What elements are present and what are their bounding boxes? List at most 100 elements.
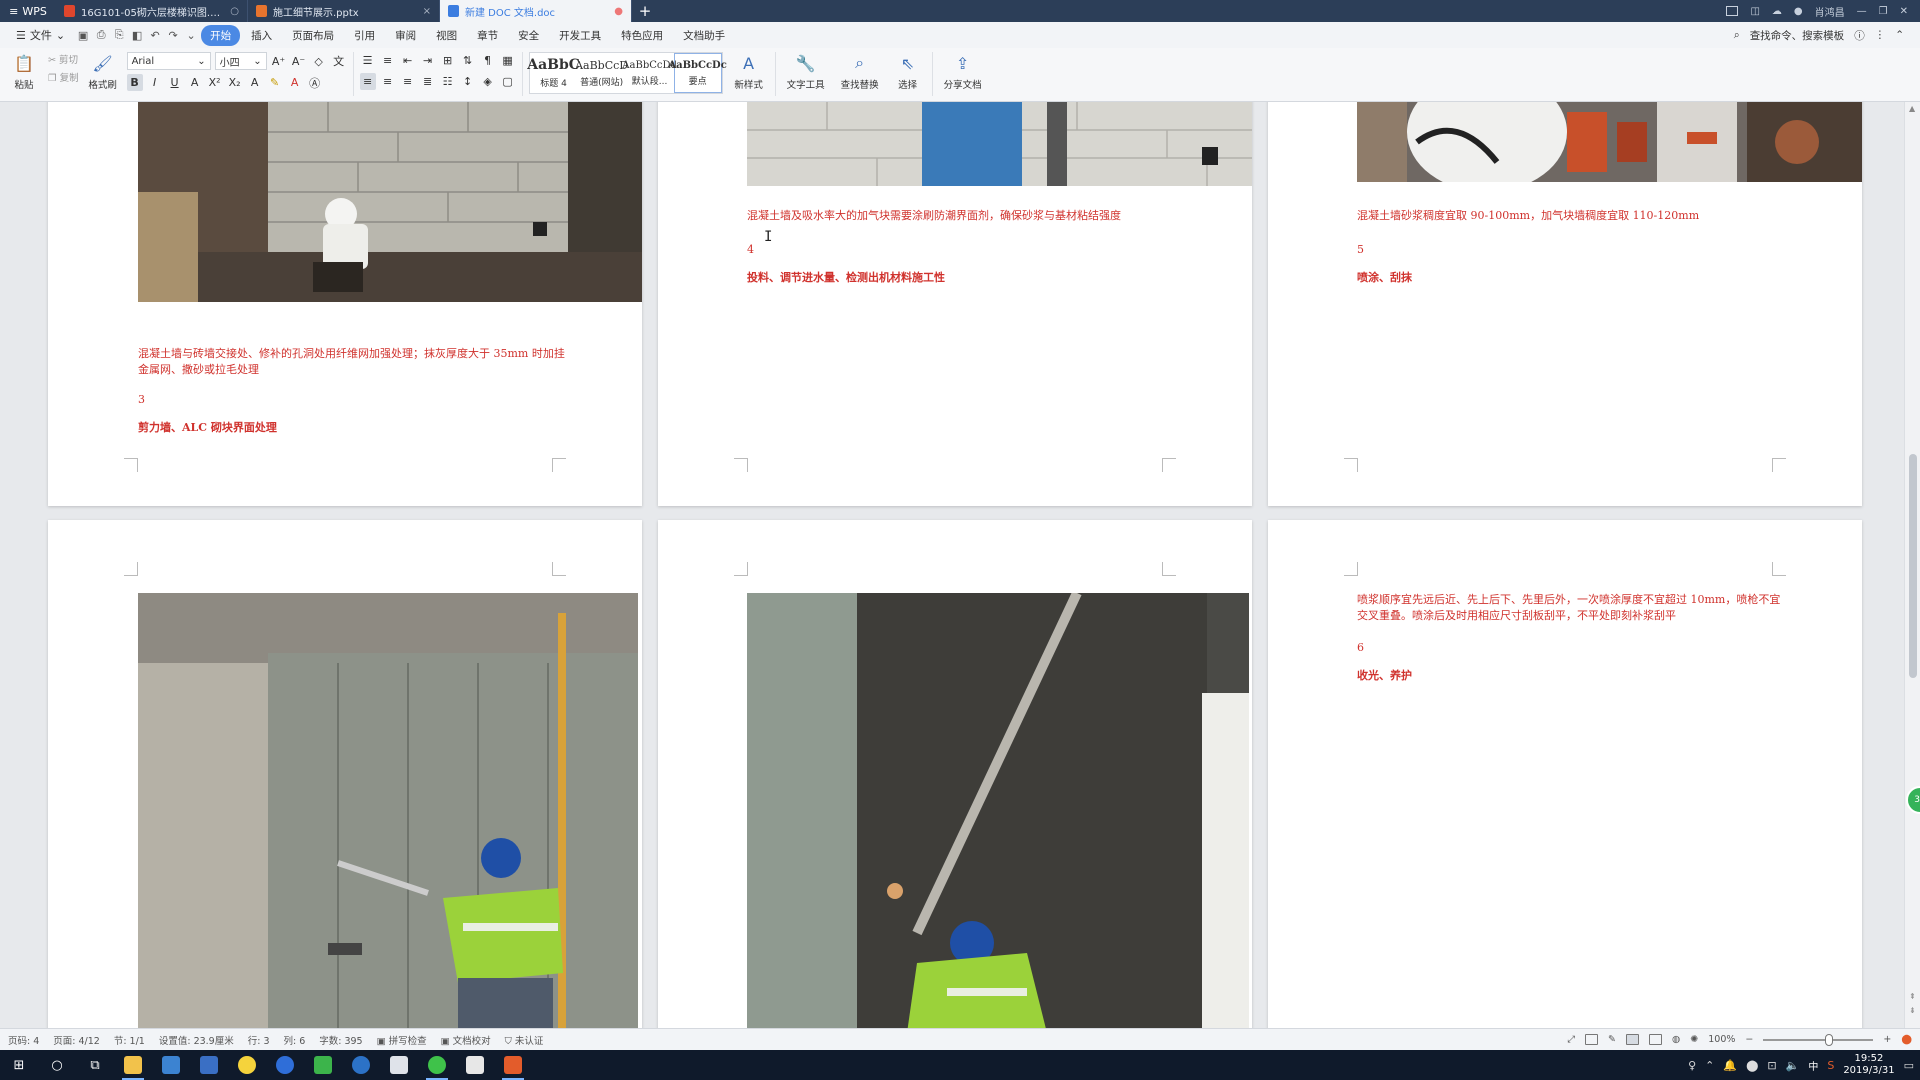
menu-references[interactable]: 引用	[345, 25, 384, 46]
text-effect-icon[interactable]: A	[247, 74, 263, 91]
distribute-icon[interactable]: ☷	[440, 73, 456, 90]
close-window-icon[interactable]: ✕	[1900, 6, 1908, 17]
menu-developer[interactable]: 开发工具	[550, 25, 610, 46]
justify-icon[interactable]: ≣	[420, 73, 436, 90]
previous-page-icon[interactable]: ⇞	[1909, 992, 1916, 1001]
close-tab-icon[interactable]: ○	[230, 6, 239, 17]
taskbar-app-sogou[interactable]	[342, 1050, 380, 1080]
zoom-slider[interactable]	[1763, 1033, 1874, 1046]
print-icon[interactable]: ⎘	[111, 27, 127, 43]
menu-chapter[interactable]: 章节	[468, 25, 507, 46]
align-left-icon[interactable]: ≡	[359, 73, 376, 90]
document-canvas[interactable]: 混凝土墙与砖墙交接处、修补的孔洞处用纤维网加强处理；抹灰厚度大于 35mm 时加…	[0, 102, 1904, 1028]
next-page-icon[interactable]: ⇟	[1909, 1006, 1916, 1015]
grow-font-icon[interactable]: A⁺	[271, 53, 287, 70]
style-normal-web[interactable]: AaBbCcD 普通(网站)	[575, 53, 628, 93]
show-marks-icon[interactable]: ¶	[480, 52, 496, 69]
new-style-button[interactable]: A 新样式	[729, 52, 769, 92]
paragraph-caption[interactable]: 混凝土墙及吸水率大的加气块需要涂刷防潮界面剂，确保砂浆与基材粘结强度	[747, 208, 1217, 224]
document-page-6[interactable]: 喷浆顺序宜先远后近、先上后下、先里后外，一次喷涂厚度不宜超过 10mm，喷枪不宜…	[1268, 520, 1862, 1028]
clock[interactable]: 19:52 2019/3/31	[1843, 1053, 1894, 1077]
print-preview-icon[interactable]: ⎙	[93, 27, 109, 43]
font-size-select[interactable]: 小四 ⌄	[214, 52, 267, 70]
menu-security[interactable]: 安全	[509, 25, 548, 46]
input-method-indicator[interactable]: 中	[1808, 1058, 1818, 1073]
taskbar-app-game[interactable]	[380, 1050, 418, 1080]
menu-review[interactable]: 审阅	[386, 25, 425, 46]
taskbar-app-video[interactable]	[456, 1050, 494, 1080]
clear-format-icon[interactable]: ◇	[311, 53, 327, 70]
maximize-icon[interactable]: ❐	[1879, 6, 1888, 17]
tab-pdf-document[interactable]: 16G101-05砌六层楼梯识图.pdf ○	[56, 0, 248, 22]
tray-app-icon[interactable]: ⬤	[1746, 1059, 1758, 1072]
tab-doc-document[interactable]: 新建 DOC 文档.doc ●	[440, 0, 632, 22]
verification-status[interactable]: ⛉ 未认证	[505, 1033, 544, 1047]
text-tools-button[interactable]: 🔧 文字工具	[782, 52, 830, 92]
network-icon[interactable]: ⊡	[1767, 1059, 1776, 1072]
chinese-layout-icon[interactable]: ⊞	[440, 52, 456, 69]
bold-icon[interactable]: B	[126, 74, 143, 91]
zoom-out-icon[interactable]: −	[1745, 1034, 1753, 1045]
file-menu-button[interactable]: ☰ 文件 ⌄	[8, 27, 73, 43]
increase-indent-icon[interactable]: ⇥	[420, 52, 436, 69]
step-number[interactable]: 5	[1357, 242, 1364, 258]
menu-home[interactable]: 开始	[201, 24, 241, 46]
zoom-slider-knob[interactable]	[1824, 1033, 1833, 1046]
task-view-button[interactable]: ⧉	[76, 1050, 114, 1080]
document-page-5[interactable]	[658, 520, 1252, 1028]
paragraph-caption[interactable]: 混凝土墙砂浆稠度宜取 90-100mm，加气块墙稠度宜取 110-120mm	[1357, 208, 1827, 224]
step-number[interactable]: 6	[1357, 640, 1364, 656]
taskbar-app-cad[interactable]	[190, 1050, 228, 1080]
spell-check-toggle[interactable]: ▣ 拼写检查	[377, 1033, 427, 1047]
paste-button[interactable]: 📋 粘贴	[6, 52, 42, 92]
step-title[interactable]: 投料、调节进水量、检测出机材料施工性	[747, 270, 945, 286]
user-name[interactable]: 肖鸿昌	[1815, 4, 1845, 19]
status-word-count[interactable]: 字数: 395	[319, 1033, 362, 1047]
copy-button[interactable]: ❐ 复制	[48, 70, 79, 84]
italic-icon[interactable]: I	[147, 74, 163, 91]
step-title[interactable]: 收光、养护	[1357, 668, 1412, 684]
volume-icon[interactable]: 🔈	[1786, 1059, 1800, 1072]
action-center-icon[interactable]: ▭	[1904, 1059, 1914, 1072]
font-color-icon[interactable]: A	[287, 74, 303, 91]
vertical-scrollbar[interactable]: ▲ ⇞ ⇟	[1904, 102, 1920, 1028]
redo-icon[interactable]: ↷	[165, 27, 181, 43]
paragraph-caption[interactable]: 喷浆顺序宜先远后近、先上后下、先里后外，一次喷涂厚度不宜超过 10mm，喷枪不宜…	[1357, 592, 1787, 624]
minimize-icon[interactable]: —	[1857, 6, 1867, 17]
skin-icon[interactable]: ◫	[1750, 6, 1759, 17]
taskbar-app-store[interactable]	[152, 1050, 190, 1080]
step-number[interactable]: 4	[747, 242, 754, 258]
share-doc-button[interactable]: ⇪ 分享文档	[939, 52, 987, 92]
fullscreen-icon[interactable]: ⤢	[1567, 1034, 1575, 1045]
user-avatar-icon[interactable]: ●	[1794, 6, 1803, 17]
customize-quick-access-icon[interactable]: ⌄	[183, 27, 199, 43]
superscript-icon[interactable]: X²	[207, 74, 223, 91]
subscript-icon[interactable]: X₂	[227, 74, 243, 91]
document-page-1[interactable]: 混凝土墙与砖墙交接处、修补的孔洞处用纤维网加强处理；抹灰厚度大于 35mm 时加…	[48, 102, 642, 506]
sogou-tray-icon[interactable]: S	[1827, 1059, 1834, 1072]
line-spacing-icon[interactable]: ↕	[460, 73, 476, 90]
edit-view-icon[interactable]: ✎	[1608, 1034, 1616, 1045]
menu-view[interactable]: 视图	[427, 25, 466, 46]
taskbar-app-wps[interactable]	[494, 1050, 532, 1080]
taskbar-app-file-explorer[interactable]	[114, 1050, 152, 1080]
strikethrough-icon[interactable]: A	[187, 74, 203, 91]
numbering-icon[interactable]: ≡	[380, 52, 396, 69]
highlight-icon[interactable]: ✎	[267, 74, 283, 91]
step-title[interactable]: 喷涂、刮抹	[1357, 270, 1412, 286]
style-default-paragraph[interactable]: AaBbCcDd 默认段...	[622, 53, 677, 93]
taskbar-app-browser[interactable]	[228, 1050, 266, 1080]
help-icon[interactable]: ⓘ	[1854, 28, 1865, 43]
save-icon[interactable]: ▣	[75, 27, 91, 43]
decrease-indent-icon[interactable]: ⇤	[400, 52, 416, 69]
layout-icon[interactable]	[1726, 6, 1739, 16]
align-center-icon[interactable]: ≡	[380, 73, 396, 90]
step-number[interactable]: 3	[138, 392, 145, 408]
find-replace-button[interactable]: ⌕ 查找替换	[836, 52, 884, 91]
status-page-count[interactable]: 页面: 4/12	[53, 1033, 100, 1047]
wps-menu-button[interactable]: ≡ WPS	[0, 0, 56, 22]
collapse-ribbon-icon[interactable]: ⌃	[1895, 29, 1904, 41]
menu-special-apps[interactable]: 特色应用	[612, 25, 672, 46]
table-icon[interactable]: ▦	[500, 52, 516, 69]
close-tab-icon[interactable]: ×	[423, 6, 431, 17]
